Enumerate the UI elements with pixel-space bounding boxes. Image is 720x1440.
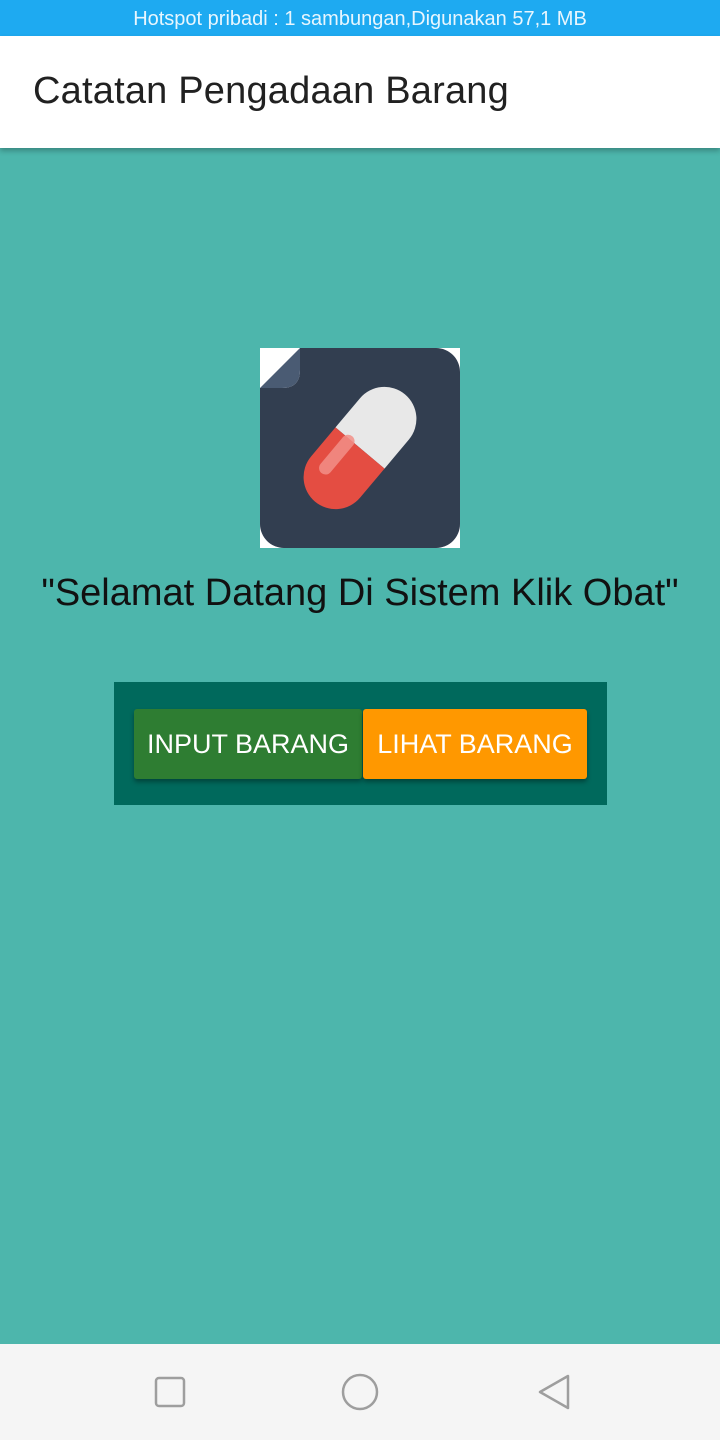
recent-apps-icon[interactable] (150, 1372, 190, 1412)
button-panel: INPUT BARANG LIHAT BARANG (114, 682, 607, 805)
main-content: "Selamat Datang Di Sistem Klik Obat" INP… (0, 148, 720, 1344)
back-icon[interactable] (535, 1372, 575, 1412)
home-icon[interactable] (340, 1372, 380, 1412)
welcome-message: "Selamat Datang Di Sistem Klik Obat" (41, 572, 679, 614)
input-barang-button[interactable]: INPUT BARANG (134, 709, 362, 779)
status-bar: Hotspot pribadi : 1 sambungan,Digunakan … (0, 0, 720, 36)
navigation-bar (0, 1344, 720, 1440)
status-bar-text: Hotspot pribadi : 1 sambungan,Digunakan … (133, 8, 587, 30)
pill-capsule-icon (260, 348, 460, 548)
page-title: Catatan Pengadaan Barang (33, 70, 509, 112)
app-bar: Catatan Pengadaan Barang (0, 36, 720, 148)
lihat-barang-button[interactable]: LIHAT BARANG (363, 709, 587, 779)
